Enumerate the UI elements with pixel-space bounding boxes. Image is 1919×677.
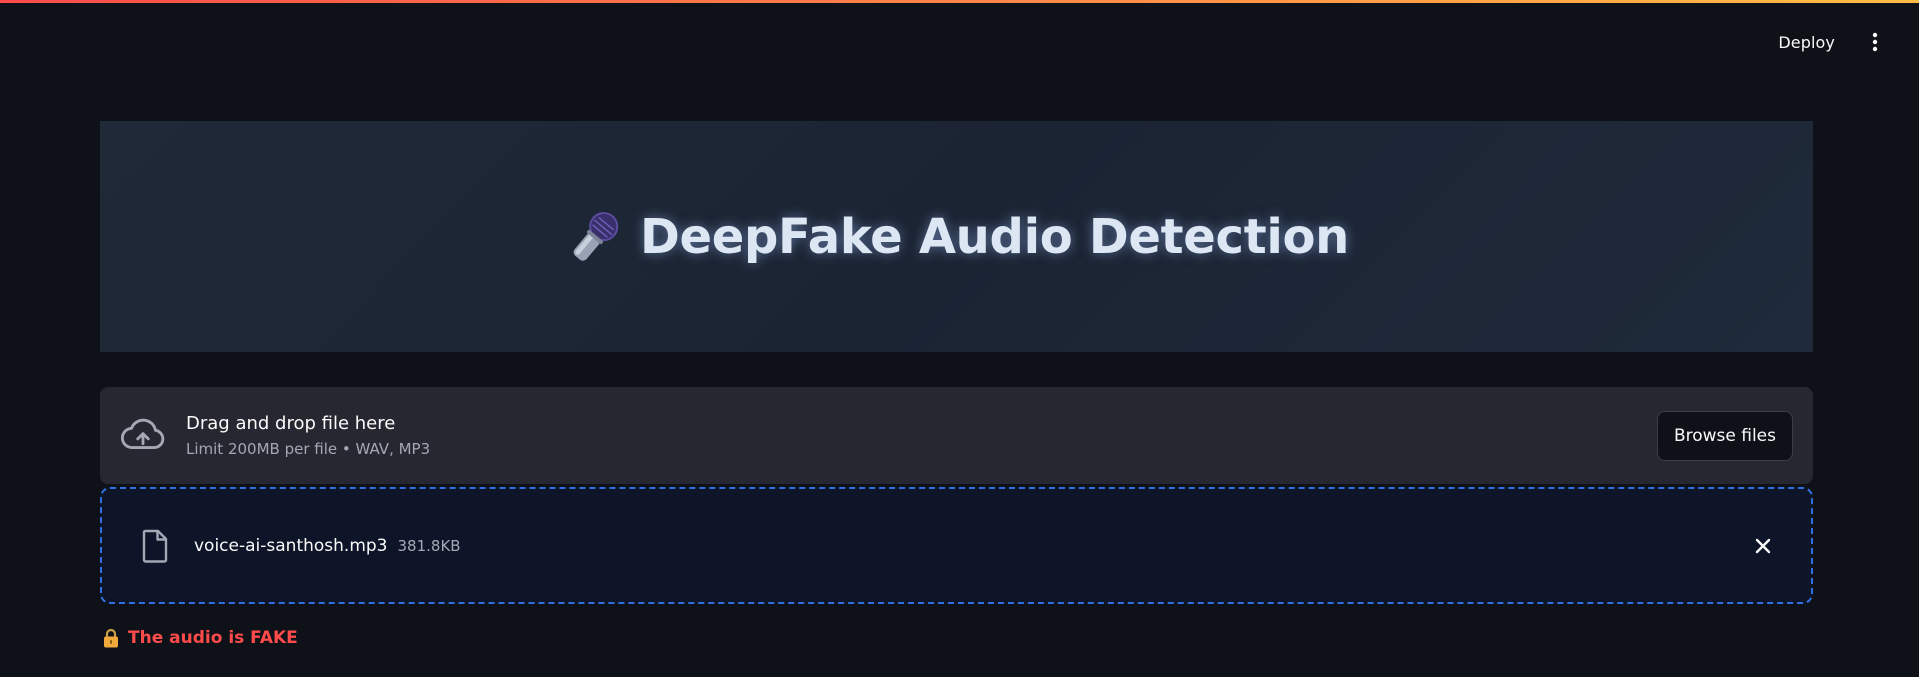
limit-label: Limit 200MB per file • WAV, MP3	[186, 440, 431, 458]
page-title-wrapper: DeepFake Audio Detection	[564, 206, 1349, 268]
top-decoration-bar	[0, 0, 1919, 3]
hero-banner: DeepFake Audio Detection	[100, 121, 1813, 352]
browse-files-button[interactable]: Browse files	[1656, 410, 1793, 461]
file-uploader-dropzone[interactable]: Drag and drop file here Limit 200MB per …	[100, 387, 1813, 484]
detection-result: The audio is FAKE	[102, 628, 298, 648]
microphone-icon	[573, 211, 619, 261]
drop-label: Drag and drop file here	[186, 413, 396, 434]
uploader-instructions: Drag and drop file here Limit 200MB per …	[186, 413, 430, 458]
close-icon	[1755, 538, 1771, 553]
uploaded-file-name: voice-ai-santhosh.mp3	[194, 535, 388, 556]
result-text: The audio is FAKE	[128, 628, 298, 648]
more-vertical-icon	[1872, 32, 1878, 52]
uploaded-file-item: voice-ai-santhosh.mp3 381.8KB	[100, 487, 1813, 604]
uploaded-file-size: 381.8KB	[397, 536, 461, 555]
main-menu-button[interactable]	[1863, 30, 1887, 54]
lock-icon	[104, 628, 118, 648]
app-toolbar: Deploy	[1778, 30, 1887, 54]
remove-file-button[interactable]	[1751, 534, 1775, 558]
cloud-upload-icon	[120, 418, 165, 449]
file-icon	[142, 529, 168, 563]
page-title: DeepFake Audio Detection	[639, 208, 1350, 265]
deploy-button[interactable]: Deploy	[1778, 33, 1835, 52]
